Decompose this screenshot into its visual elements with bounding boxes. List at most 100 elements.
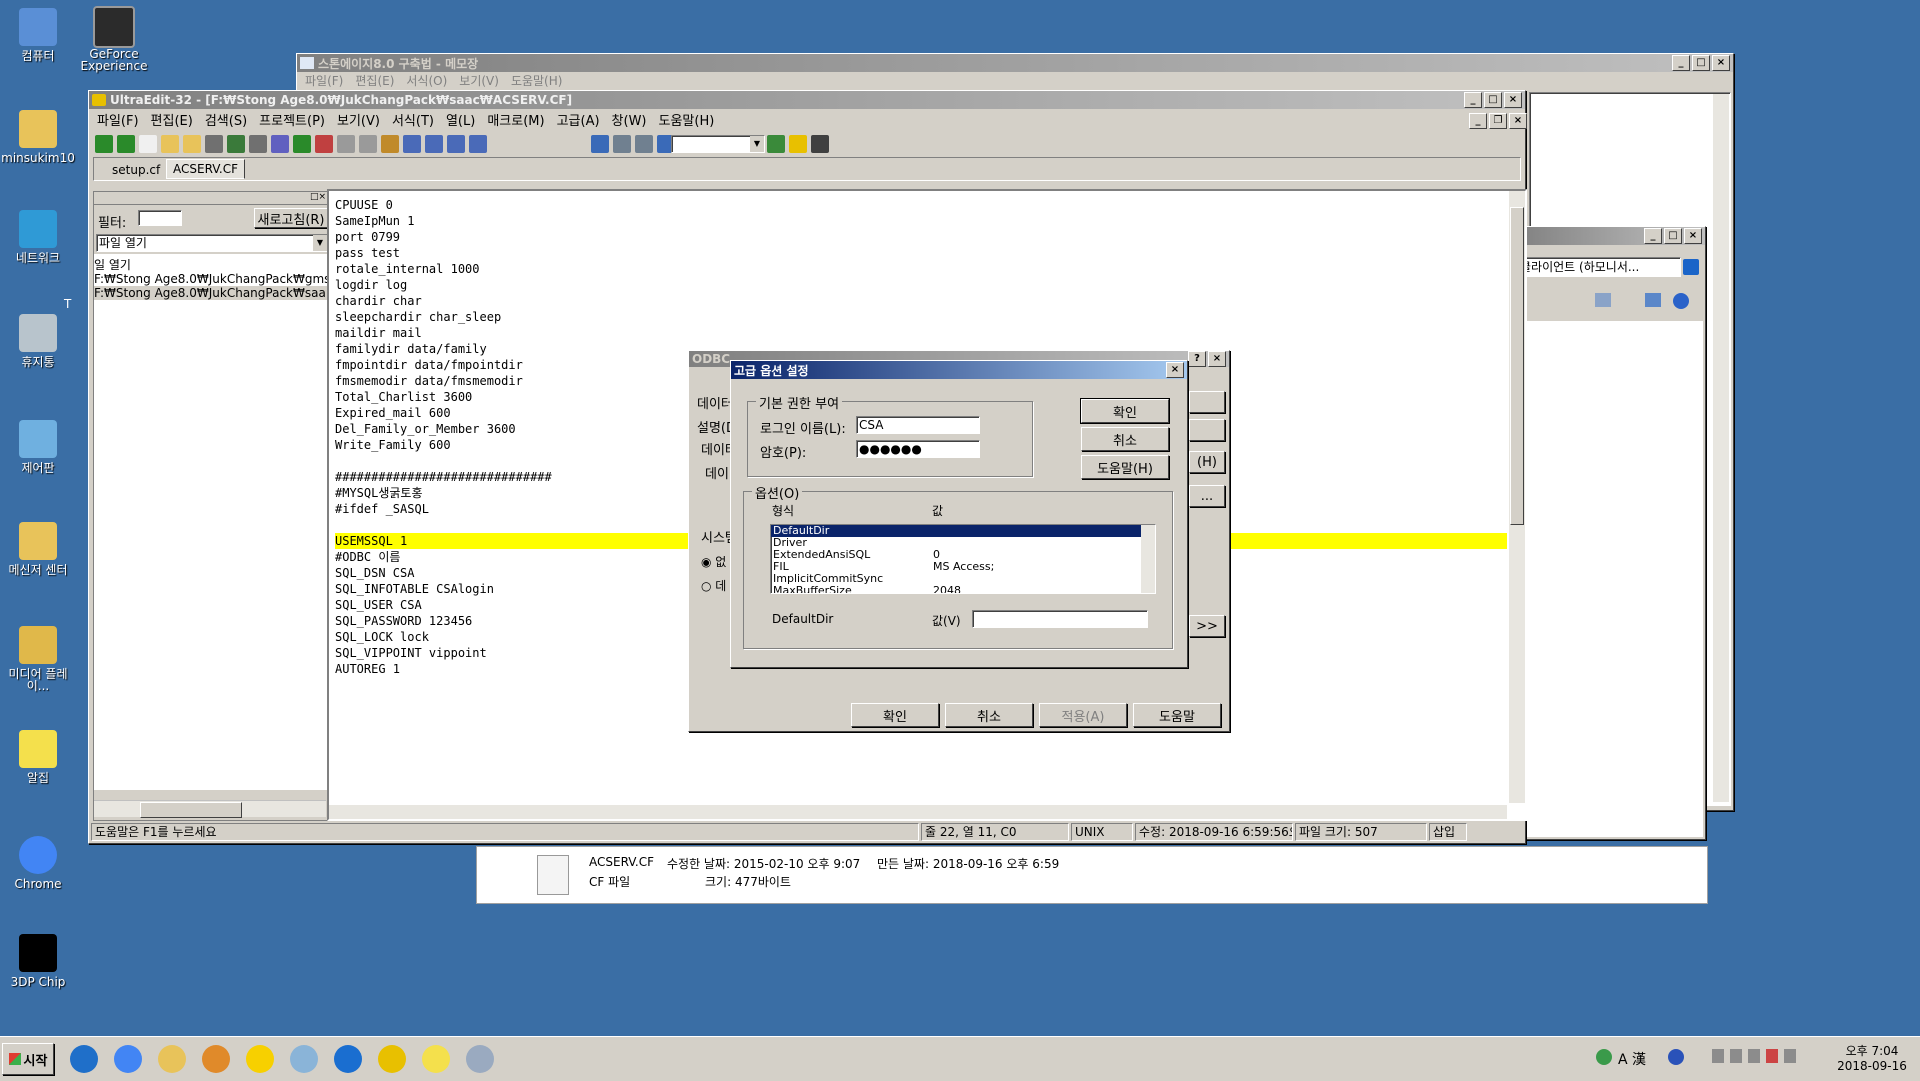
toolbar-button-icon[interactable] — [293, 135, 311, 153]
toolbar-button-icon[interactable] — [767, 135, 785, 153]
odbc-apply-button[interactable]: 적용(A) — [1039, 703, 1127, 727]
file-open-combo[interactable]: 파일 열기 ▼ — [96, 234, 328, 252]
start-button[interactable]: 시작 — [2, 1043, 54, 1075]
close-button[interactable]: × — [1712, 55, 1730, 71]
security-tray-icon[interactable] — [1766, 1049, 1778, 1063]
help-tray-icon[interactable] — [1668, 1049, 1684, 1065]
taskbar-button[interactable] — [284, 1041, 324, 1077]
toolbar-button-icon[interactable] — [613, 135, 631, 153]
desktop-icon-item[interactable]: 컴퓨터 — [0, 8, 78, 62]
adv-help-button[interactable]: 도움말(H) — [1081, 455, 1169, 479]
desktop-icon-item[interactable]: 3DP Chip — [0, 934, 78, 988]
minimize-button[interactable]: _ — [1644, 228, 1662, 244]
menu-item[interactable]: 보기(V) — [337, 110, 380, 129]
close-icon[interactable]: □× — [310, 192, 326, 202]
menu-item[interactable]: 서식(T) — [392, 110, 434, 129]
ime-indicator[interactable]: A 漢 — [1618, 1049, 1646, 1069]
odbc-radio-none[interactable]: ◉ 없 — [701, 553, 726, 570]
adv-ok-button[interactable]: 확인 — [1080, 398, 1170, 424]
menu-item[interactable]: 보기(V) — [459, 72, 499, 89]
menu-item[interactable]: 매크로(M) — [487, 110, 544, 129]
menu-item[interactable]: 파일(F) — [305, 72, 343, 89]
toolbar-button-icon[interactable] — [161, 135, 179, 153]
odbc-side-button[interactable] — [1189, 419, 1225, 441]
mdi-close-button[interactable]: × — [1509, 113, 1527, 129]
options-scrollbar[interactable] — [1141, 525, 1155, 593]
menu-item[interactable]: 고급(A) — [557, 110, 600, 129]
taskbar-button[interactable] — [372, 1041, 412, 1077]
chevron-down-icon[interactable]: ▼ — [750, 136, 764, 152]
desktop-icon-geforce[interactable]: GeForce Experience — [74, 6, 154, 72]
odbc-side-button[interactable] — [1189, 391, 1225, 413]
toolbar-button-icon[interactable] — [315, 135, 333, 153]
tab-setup[interactable]: setup.cf — [108, 162, 164, 178]
network-tray-icon[interactable] — [1596, 1049, 1612, 1065]
maximize-button[interactable]: □ — [1692, 55, 1710, 71]
list-item[interactable]: F:₩Stong Age8.0₩JukChangPack₩saa — [94, 286, 328, 300]
desktop-icon-item[interactable]: Chrome — [0, 836, 78, 890]
search-icon[interactable] — [1683, 259, 1699, 275]
menu-item[interactable]: 파일(F) — [97, 110, 139, 129]
toolbar-button-icon[interactable] — [811, 135, 829, 153]
maximize-button[interactable]: □ — [1484, 92, 1502, 108]
list-item[interactable]: F:₩Stong Age8.0₩JukChangPack₩gms — [94, 272, 328, 286]
minimize-button[interactable]: _ — [1464, 92, 1482, 108]
desktop-icon-item[interactable]: 미디어 플레이... — [0, 626, 78, 692]
toolbar-button-icon[interactable] — [635, 135, 653, 153]
taskbar-button[interactable] — [460, 1041, 500, 1077]
help-icon[interactable] — [1673, 293, 1689, 309]
taskbar-button[interactable] — [196, 1041, 236, 1077]
editor-hscrollbar[interactable] — [329, 805, 1507, 819]
odbc-help-button[interactable]: 도움말 — [1133, 703, 1221, 727]
toolbar-button-icon[interactable] — [403, 135, 421, 153]
options-list[interactable]: DefaultDir Driver ExtendedAnsiSQL 0 FIL MS Ac… — [770, 524, 1156, 594]
toolbar-button-icon[interactable] — [95, 135, 113, 153]
toolbar-button-icon[interactable] — [469, 135, 487, 153]
toolbar-button-icon[interactable] — [139, 135, 157, 153]
taskbar-button[interactable] — [152, 1041, 192, 1077]
menu-item[interactable]: 편집(E) — [355, 72, 394, 89]
desktop-icon-item[interactable]: 휴지통 — [0, 314, 78, 368]
toolbar-button-icon[interactable] — [205, 135, 223, 153]
advanced-options-dialog[interactable]: 고급 옵션 설정 × 기본 권한 부여 로그인 이름(L): CSA 암호(P)… — [730, 360, 1188, 668]
menu-item[interactable]: 열(L) — [446, 110, 475, 129]
toolbar-button-icon[interactable] — [381, 135, 399, 153]
toolbar-button-icon[interactable] — [117, 135, 135, 153]
menu-item[interactable]: 도움말(H) — [511, 72, 563, 89]
flag-tray-icon[interactable] — [1712, 1049, 1724, 1063]
toolbar-button-icon[interactable] — [227, 135, 245, 153]
odbc-radio-db[interactable]: ○ 데 — [701, 577, 726, 594]
view-icon[interactable] — [1595, 293, 1611, 307]
table-row[interactable]: DefaultDir — [771, 525, 1155, 537]
menu-item[interactable]: 검색(S) — [205, 110, 247, 129]
editor-vscrollbar[interactable] — [1509, 191, 1525, 803]
odbc-browse-button[interactable]: ... — [1189, 485, 1225, 507]
toolbar-button-icon[interactable] — [337, 135, 355, 153]
clock[interactable]: 오후 7:04 2018-09-16 — [1832, 1044, 1912, 1074]
notepad-scrollbar[interactable] — [1713, 94, 1729, 802]
toolbar-button-icon[interactable] — [249, 135, 267, 153]
value-input[interactable] — [972, 610, 1148, 628]
scroll-thumb[interactable] — [1510, 207, 1524, 525]
taskbar-button[interactable] — [240, 1041, 280, 1077]
close-button[interactable]: × — [1684, 228, 1702, 244]
menu-item[interactable]: 도움말(H) — [659, 110, 715, 129]
login-input[interactable]: CSA — [856, 416, 980, 434]
odbc-ok-button[interactable]: 확인 — [851, 703, 939, 727]
adv-cancel-button[interactable]: 취소 — [1081, 427, 1169, 451]
toolbar-button-icon[interactable] — [183, 135, 201, 153]
close-button[interactable]: × — [1208, 351, 1226, 367]
tree-hscrollbar[interactable] — [94, 800, 326, 818]
battery-tray-icon[interactable] — [1730, 1049, 1742, 1063]
password-input[interactable]: ●●●●●● — [856, 440, 980, 458]
taskbar-button[interactable] — [64, 1041, 104, 1077]
menu-item[interactable]: 서식(O) — [406, 72, 447, 89]
menu-item[interactable]: 프로젝트(P) — [259, 110, 325, 129]
minimize-button[interactable]: _ — [1672, 55, 1690, 71]
odbc-cancel-button[interactable]: 취소 — [945, 703, 1033, 727]
address-bar[interactable]: 클라이언트 (하모니서... — [1515, 257, 1681, 277]
pane-icon[interactable] — [1645, 293, 1661, 307]
desktop-icon-item[interactable]: 알집 — [0, 730, 78, 784]
odbc-expand-button[interactable]: >> — [1189, 615, 1225, 637]
menu-item[interactable]: 편집(E) — [151, 110, 193, 129]
